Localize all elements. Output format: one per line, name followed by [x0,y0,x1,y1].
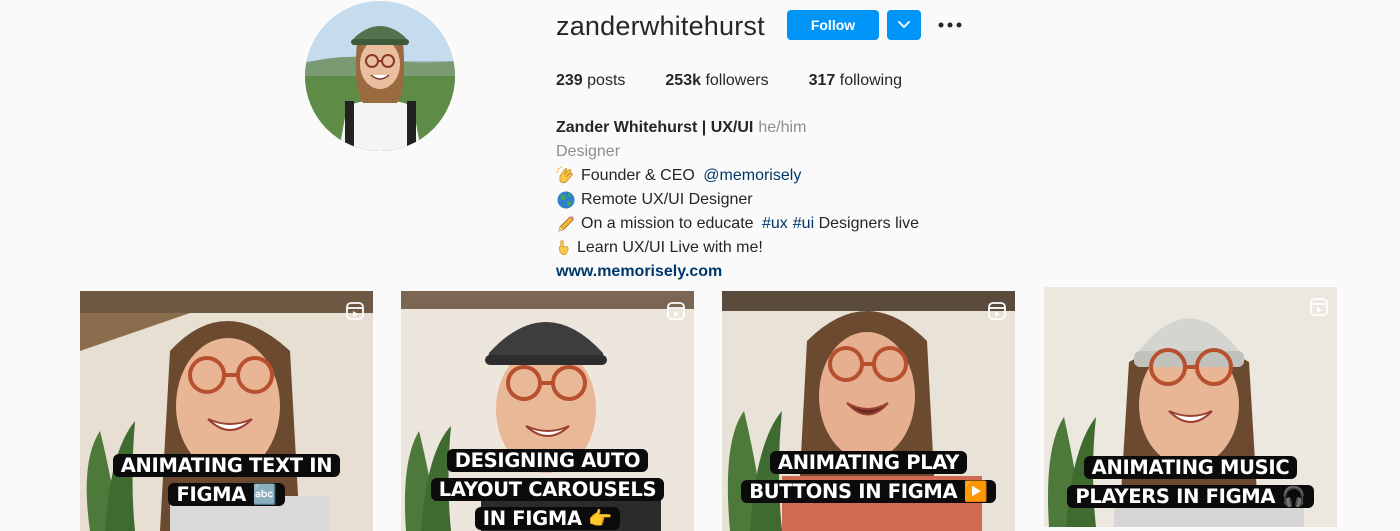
followers-stat[interactable]: 253k followers [665,72,768,90]
follow-button[interactable]: Follow [787,10,879,40]
post-tile[interactable]: ANIMATING PLAY BUTTONS IN FIGMA ▶️ [722,291,1015,531]
profile-bio: Zander Whitehurst | UX/UI he/him Designe… [556,116,1156,284]
bio-remote-text: Remote UX/UI Designer [581,191,753,208]
hashtag-ux-link[interactable]: #ux [762,212,788,236]
memorisely-mention-link[interactable]: @memorisely [703,164,801,188]
reel-icon [988,302,1006,320]
chevron-down-icon [898,21,910,28]
caption-line: PLAYERS IN FIGMA 🎧 [1067,485,1314,508]
bio-line-founder: Founder & CEO @memorisely [556,164,1156,188]
caption-line: DESIGNING AUTO [446,449,649,472]
posts-stat: 239 posts [556,72,625,90]
bio-mission-suffix: Designers live [814,215,920,232]
followers-label: followers [705,72,769,89]
post-tile[interactable]: ANIMATING MUSIC PLAYERS IN FIGMA 🎧 [1044,287,1337,527]
full-name: Zander Whitehurst | UX/UI [556,119,754,136]
reel-icon [667,302,685,320]
reel-icon [346,302,364,320]
pointing-down-icon [558,240,569,255]
bio-founder-text: Founder & CEO [581,167,700,184]
pronouns: he/him [758,119,807,136]
bio-line-learn: Learn UX/UI Live with me! [556,236,1156,260]
hashtag-ui-link[interactable]: #ui [793,212,814,236]
bio-learn-text: Learn UX/UI Live with me! [577,239,763,256]
post-caption: DESIGNING AUTO LAYOUT CAROUSELS IN FIGMA… [401,446,694,531]
caption-line: ANIMATING MUSIC [1083,456,1298,479]
caption-line: LAYOUT CAROUSELS [430,478,665,501]
caption-line: ANIMATING TEXT IN [112,454,341,477]
followers-count: 253k [665,72,701,89]
more-horizontal-icon [938,22,962,28]
website-link[interactable]: www.memorisely.com [556,260,1156,284]
profile-avatar[interactable] [305,1,455,151]
bio-name-line: Zander Whitehurst | UX/UI he/him [556,116,1156,140]
pencil-icon [558,216,574,232]
bio-line-remote: Remote UX/UI Designer [556,188,1156,212]
caption-line: ANIMATING PLAY [769,451,968,474]
post-tile[interactable]: DESIGNING AUTO LAYOUT CAROUSELS IN FIGMA… [401,291,694,531]
following-count: 317 [808,72,836,89]
following-stat[interactable]: 317 following [809,72,902,90]
following-label: following [839,72,903,89]
post-caption: ANIMATING PLAY BUTTONS IN FIGMA ▶️ [722,448,1015,506]
posts-count: 239 [556,72,583,89]
bio-mission-text: On a mission to educate [581,215,758,232]
post-caption: ANIMATING TEXT IN FIGMA 🔤 [80,451,373,509]
category-label: Designer [556,143,621,160]
post-caption: ANIMATING MUSIC PLAYERS IN FIGMA 🎧 [1044,453,1337,511]
bio-line-mission: On a mission to educate #ux #ui Designer… [556,212,1156,236]
clapping-hands-icon [556,166,573,184]
post-tile[interactable]: ANIMATING TEXT IN FIGMA 🔤 [80,291,373,531]
posts-label: posts [587,72,626,89]
caption-line: FIGMA 🔤 [168,483,285,506]
caption-line: IN FIGMA 👉 [474,507,621,530]
profile-stats: 239 posts 253k followers 317 following [556,72,942,90]
globe-icon [557,191,575,209]
caption-line: BUTTONS IN FIGMA ▶️ [741,480,996,503]
reel-icon [1310,298,1328,316]
profile-username: zanderwhitehurst [556,11,765,41]
more-options-button[interactable] [936,12,964,38]
suggested-dropdown-button[interactable] [887,10,921,40]
posts-grid: ANIMATING TEXT IN FIGMA 🔤 DESIGNING AUTO [80,287,1340,531]
